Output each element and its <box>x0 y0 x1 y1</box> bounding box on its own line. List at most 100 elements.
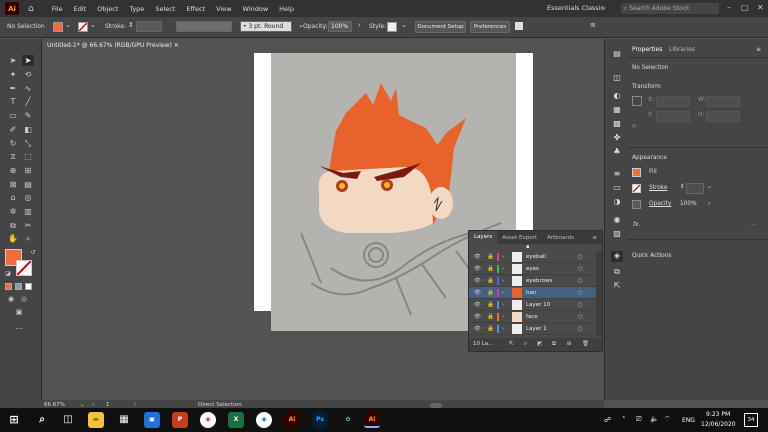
x-field[interactable] <box>656 96 690 107</box>
tab-layers[interactable]: Layers <box>469 231 498 244</box>
tray-chevron-icon[interactable]: ˄ <box>622 416 626 424</box>
locate-object-icon[interactable]: ⌕ <box>524 338 527 351</box>
lock-icon[interactable]: 🔒 <box>487 275 494 287</box>
file-explorer-icon[interactable]: ▬ <box>88 412 104 428</box>
properties-panel-icon[interactable]: ▤ <box>611 49 623 60</box>
layer-row[interactable]: 👁 🔒 › eyebrows ○ <box>469 275 596 287</box>
layer-row[interactable]: 👁 🔒 › face ○ <box>469 311 596 323</box>
stroke-label[interactable]: Stroke <box>649 185 667 191</box>
lock-icon[interactable]: 🔒 <box>487 263 494 275</box>
stepper-icon[interactable]: ⇕ <box>128 21 134 29</box>
lock-icon[interactable]: 🔒 <box>487 251 494 263</box>
menu-edit[interactable]: Edit <box>74 5 87 13</box>
chevron-down-icon[interactable]: ⌄ <box>90 21 96 29</box>
layers-panel-icon[interactable]: ◈ <box>611 251 623 262</box>
graphic-styles-icon[interactable]: ▨ <box>611 229 623 240</box>
language-indicator[interactable]: ENG <box>682 417 695 424</box>
appearance-fill-swatch[interactable] <box>632 168 641 177</box>
color-panel-icon[interactable]: ◐ <box>611 91 623 102</box>
brush-definition-field[interactable]: • 3 pt. Round <box>240 21 292 32</box>
perspective-grid-icon[interactable]: ⊞ <box>22 165 34 176</box>
free-transform-icon[interactable]: ⬚ <box>22 151 34 162</box>
swatches-icon[interactable]: ▩ <box>611 119 623 130</box>
asset-export-icon[interactable]: ⇱ <box>611 281 623 292</box>
eraser-icon[interactable]: ◧ <box>22 124 34 135</box>
variable-width-field[interactable] <box>176 21 232 32</box>
chevron-right-icon[interactable]: › <box>708 201 710 207</box>
clipping-mask-icon[interactable]: ◩ <box>537 338 542 351</box>
calculator-icon[interactable]: ▦ <box>116 412 132 428</box>
powerpoint-icon[interactable]: P <box>172 412 188 428</box>
stepper-icon[interactable]: ⇕ <box>680 184 685 190</box>
menu-object[interactable]: Object <box>97 5 118 13</box>
chevron-down-icon[interactable]: ⌄ <box>601 3 607 11</box>
notifications-icon[interactable]: 34 <box>744 413 758 427</box>
eye-icon[interactable]: 👁 <box>474 287 481 299</box>
none-mode-icon[interactable] <box>25 283 32 290</box>
menu-select[interactable]: Select <box>155 5 175 13</box>
illustrator-active-icon[interactable]: Ai <box>364 412 380 428</box>
search-icon[interactable]: ⌕ <box>34 412 50 428</box>
style-swatch[interactable] <box>387 22 397 32</box>
lasso-icon[interactable]: ⟲ <box>22 69 34 80</box>
w-field[interactable] <box>706 96 740 107</box>
new-layer-icon[interactable]: ⊞ <box>567 338 572 351</box>
chrome-icon[interactable]: ◉ <box>200 412 216 428</box>
stroke-swatch[interactable] <box>78 22 88 32</box>
stroke-weight-field[interactable] <box>136 21 162 32</box>
default-colors-icon[interactable]: ◪ <box>2 268 14 279</box>
panel-menu-icon[interactable]: ≡ <box>756 46 761 53</box>
volume-icon[interactable]: 🔈 <box>650 415 659 423</box>
people-icon[interactable]: ☍ <box>604 416 611 424</box>
task-view-icon[interactable]: ◫ <box>60 412 76 428</box>
swap-colors-icon[interactable]: ↺ <box>27 247 39 258</box>
eye-icon[interactable]: 👁 <box>474 251 481 263</box>
tab-libraries[interactable]: Libraries <box>669 46 695 53</box>
graph-icon[interactable]: ▥ <box>22 206 34 217</box>
curvature-icon[interactable]: ∿ <box>22 83 34 94</box>
eye-icon[interactable]: 👁 <box>474 323 481 335</box>
layer-row[interactable]: 👁 🔒 › Layer 1 ○ <box>469 323 596 335</box>
clock-date[interactable]: 12/06/2020 <box>701 421 736 428</box>
menu-effect[interactable]: Effect <box>186 5 205 13</box>
mesh-icon[interactable]: ⊠ <box>7 179 19 190</box>
target-icon[interactable]: ○ <box>578 323 583 335</box>
chevron-right-icon[interactable]: › <box>358 21 361 29</box>
gradient-panel-icon[interactable]: ▭ <box>611 183 623 194</box>
document-tab[interactable]: Untitled-1* @ 66.67% (RGB/GPU Preview) ✕ <box>42 39 232 51</box>
illustrator-taskbar-icon[interactable]: Ai <box>284 412 300 428</box>
align-icon[interactable] <box>515 22 523 30</box>
symbols-icon[interactable]: ♣ <box>611 147 623 158</box>
menu-type[interactable]: Type <box>129 5 144 13</box>
h-field[interactable] <box>706 111 740 122</box>
libraries-panel-icon[interactable]: ◫ <box>611 73 623 84</box>
draw-inside-icon[interactable]: ◎ <box>18 294 30 305</box>
tab-asset-export[interactable]: Asset Export <box>497 235 542 241</box>
chevron-down-icon[interactable]: ⌄ <box>707 184 712 190</box>
color-guide-icon[interactable]: ▦ <box>611 105 623 116</box>
expand-icon[interactable]: › <box>502 287 504 299</box>
artboards-icon[interactable]: ⧉ <box>611 267 623 278</box>
opacity-value[interactable]: 100% <box>680 201 697 207</box>
close-icon[interactable]: ✕ <box>757 3 764 12</box>
stroke-weight-field[interactable] <box>686 183 704 194</box>
expand-icon[interactable]: › <box>502 263 504 275</box>
chevron-down-icon[interactable]: ⌄ <box>65 21 71 29</box>
pen-tool-icon[interactable]: ✒ <box>7 83 19 94</box>
type-tool-icon[interactable]: T <box>7 96 19 107</box>
wifi-icon[interactable]: ⌔ <box>664 415 671 424</box>
expand-icon[interactable]: › <box>502 275 504 287</box>
minimize-icon[interactable]: – <box>727 3 731 12</box>
magic-wand-icon[interactable]: ✦ <box>7 69 19 80</box>
expand-icon[interactable]: › <box>502 323 504 335</box>
more-options-icon[interactable]: ⋯ <box>751 222 757 228</box>
layer-row-partial[interactable]: ▪ <box>469 244 596 251</box>
eye-icon[interactable]: 👁 <box>474 275 481 287</box>
expand-icon[interactable]: › <box>502 299 504 311</box>
search-stock-input[interactable]: ⌕ Search Adobe Stock <box>621 3 719 14</box>
hand-tool-icon[interactable]: ✋ <box>7 233 19 244</box>
preferences-button[interactable]: Preferences <box>470 21 510 33</box>
collect-export-icon[interactable]: ⇱ <box>509 338 514 351</box>
target-icon[interactable]: ○ <box>578 311 583 323</box>
rotate-icon[interactable]: ↻ <box>7 138 19 149</box>
